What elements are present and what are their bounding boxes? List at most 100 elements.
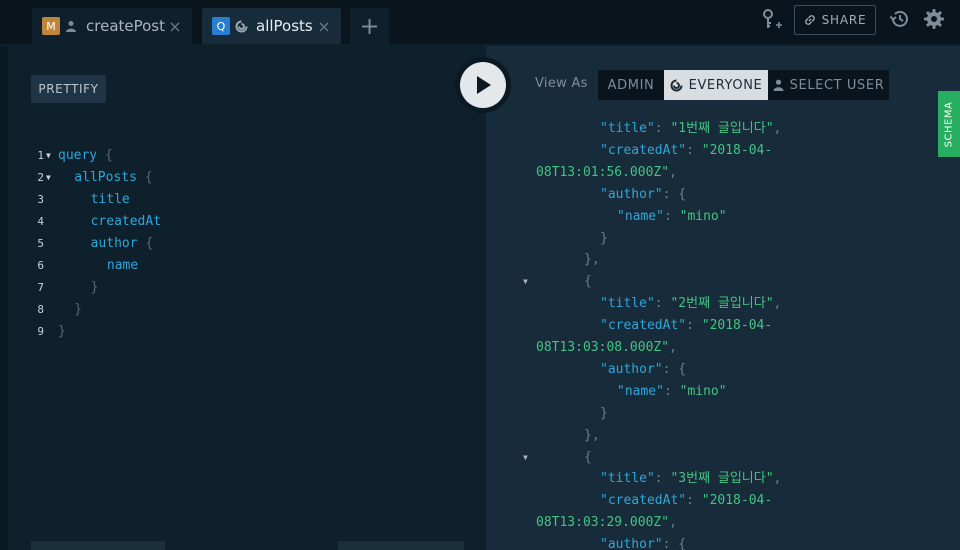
json-token: } — [600, 230, 608, 246]
close-icon[interactable]: × — [317, 17, 331, 36]
json-line: "author": { — [600, 534, 686, 550]
json-line: "title": "2번째 글입니다", — [600, 293, 781, 315]
json-line: "createdAt": "2018-04- — [600, 315, 772, 337]
tab-allPosts[interactable]: Q allPosts × — [202, 8, 341, 44]
line-number: 6 — [37, 259, 44, 272]
json-token: "title" — [600, 121, 655, 136]
code-token: title — [90, 192, 130, 207]
role-admin[interactable]: ADMIN — [598, 70, 664, 100]
role-select-user-label: SELECT USER — [789, 77, 885, 93]
json-token: , — [669, 340, 677, 355]
code-line[interactable]: query { — [58, 145, 113, 167]
code-token: createdAt — [90, 214, 162, 229]
gear-icon[interactable] — [923, 8, 945, 30]
json-line: 08T13:03:08.000Z", — [536, 337, 677, 359]
close-icon[interactable]: × — [168, 17, 182, 36]
fold-arrow-icon[interactable]: ▼ — [46, 145, 51, 167]
json-token: : — [654, 121, 671, 136]
link-icon — [804, 15, 815, 25]
code-line[interactable]: author { — [91, 233, 154, 255]
json-token: : — [654, 471, 671, 487]
code-line[interactable]: } — [91, 277, 99, 299]
schema-tab[interactable]: SCHEMA — [938, 91, 960, 157]
json-token: : — [663, 383, 680, 399]
json-token: "author" — [600, 361, 663, 377]
json-line: } — [600, 403, 608, 425]
code-token: allPosts — [74, 170, 137, 185]
json-token: "name" — [617, 208, 664, 224]
code-token: } — [74, 302, 83, 317]
json-line: 08T13:03:29.000Z", — [536, 512, 677, 534]
view-as-label: View As — [535, 76, 588, 91]
add-key-icon[interactable] — [760, 8, 784, 32]
role-select-user[interactable]: SELECT USER — [768, 70, 889, 100]
code-token: { — [97, 148, 113, 163]
history-icon[interactable] — [889, 8, 911, 30]
json-token: 08T13:03:08.000Z" — [536, 340, 670, 355]
json-line: 08T13:01:56.000Z", — [536, 162, 677, 184]
json-token: "1번째 글입니다" — [670, 121, 774, 136]
tab-label: allPosts — [256, 17, 313, 35]
json-token: { — [584, 274, 592, 290]
code-line[interactable]: } — [74, 299, 82, 321]
json-line: { — [584, 271, 592, 293]
json-line: }, — [584, 249, 600, 271]
json-token: , — [669, 164, 677, 180]
code-line[interactable]: allPosts { — [74, 167, 152, 189]
line-number: 2 — [37, 171, 44, 184]
code-token: } — [58, 324, 66, 339]
share-button[interactable]: SHARE — [794, 5, 876, 35]
tab-createPost[interactable]: M createPost × — [32, 8, 192, 44]
query-badge: Q — [212, 17, 230, 35]
execute-button-ring — [455, 57, 511, 113]
play-icon — [477, 76, 491, 94]
code-line[interactable]: name — [107, 255, 138, 277]
json-token: : — [654, 296, 671, 312]
mutation-badge: M — [42, 17, 60, 35]
line-number: 9 — [37, 325, 44, 338]
json-token: "title" — [600, 471, 655, 487]
code-line[interactable]: createdAt — [91, 211, 161, 233]
schema-label: SCHEMA — [943, 101, 955, 147]
json-token: { — [584, 449, 592, 465]
json-token: "2번째 글입니다" — [670, 296, 774, 312]
everyone-icon — [234, 19, 248, 33]
json-token: , — [773, 121, 782, 136]
json-token: } — [600, 405, 608, 421]
json-token: }, — [584, 252, 600, 268]
role-everyone[interactable]: EVERYONE — [664, 70, 768, 100]
code-line[interactable]: title — [91, 189, 130, 211]
json-token: "name" — [617, 383, 664, 399]
json-token: "2018-04- — [701, 318, 773, 334]
role-everyone-label: EVERYONE — [688, 77, 763, 93]
json-token: "createdAt" — [600, 493, 687, 509]
json-line: } — [600, 228, 608, 250]
user-icon — [64, 19, 78, 33]
fold-arrow-icon[interactable]: ▼ — [523, 447, 528, 469]
fold-arrow-icon[interactable]: ▼ — [523, 271, 528, 293]
query-editor[interactable] — [8, 46, 486, 550]
line-number: 3 — [37, 193, 44, 206]
json-line: "name": "mino" — [617, 206, 727, 228]
json-token: "author" — [600, 186, 663, 202]
json-line: "name": "mino" — [617, 381, 727, 403]
json-token: : — [686, 318, 702, 334]
json-token: "2018-04- — [701, 142, 773, 158]
json-token: "2018-04- — [701, 493, 773, 509]
json-line: }, — [584, 425, 600, 447]
json-token: "createdAt" — [600, 142, 687, 158]
code-line[interactable]: } — [58, 321, 66, 343]
execute-query-button[interactable] — [460, 62, 506, 108]
json-token: , — [669, 515, 677, 531]
query-variables-tab[interactable] — [31, 541, 165, 550]
json-token: "title" — [600, 296, 655, 312]
json-token: "createdAt" — [600, 318, 687, 334]
prettify-button[interactable]: PRETTIFY — [31, 75, 106, 103]
json-token: : { — [662, 361, 687, 377]
json-token: "mino" — [679, 208, 727, 224]
json-token: , — [773, 471, 782, 487]
http-headers-tab[interactable] — [338, 541, 464, 550]
add-tab-button[interactable]: + — [350, 8, 389, 44]
fold-arrow-icon[interactable]: ▼ — [46, 167, 51, 189]
json-token: 08T13:03:29.000Z" — [536, 515, 670, 531]
